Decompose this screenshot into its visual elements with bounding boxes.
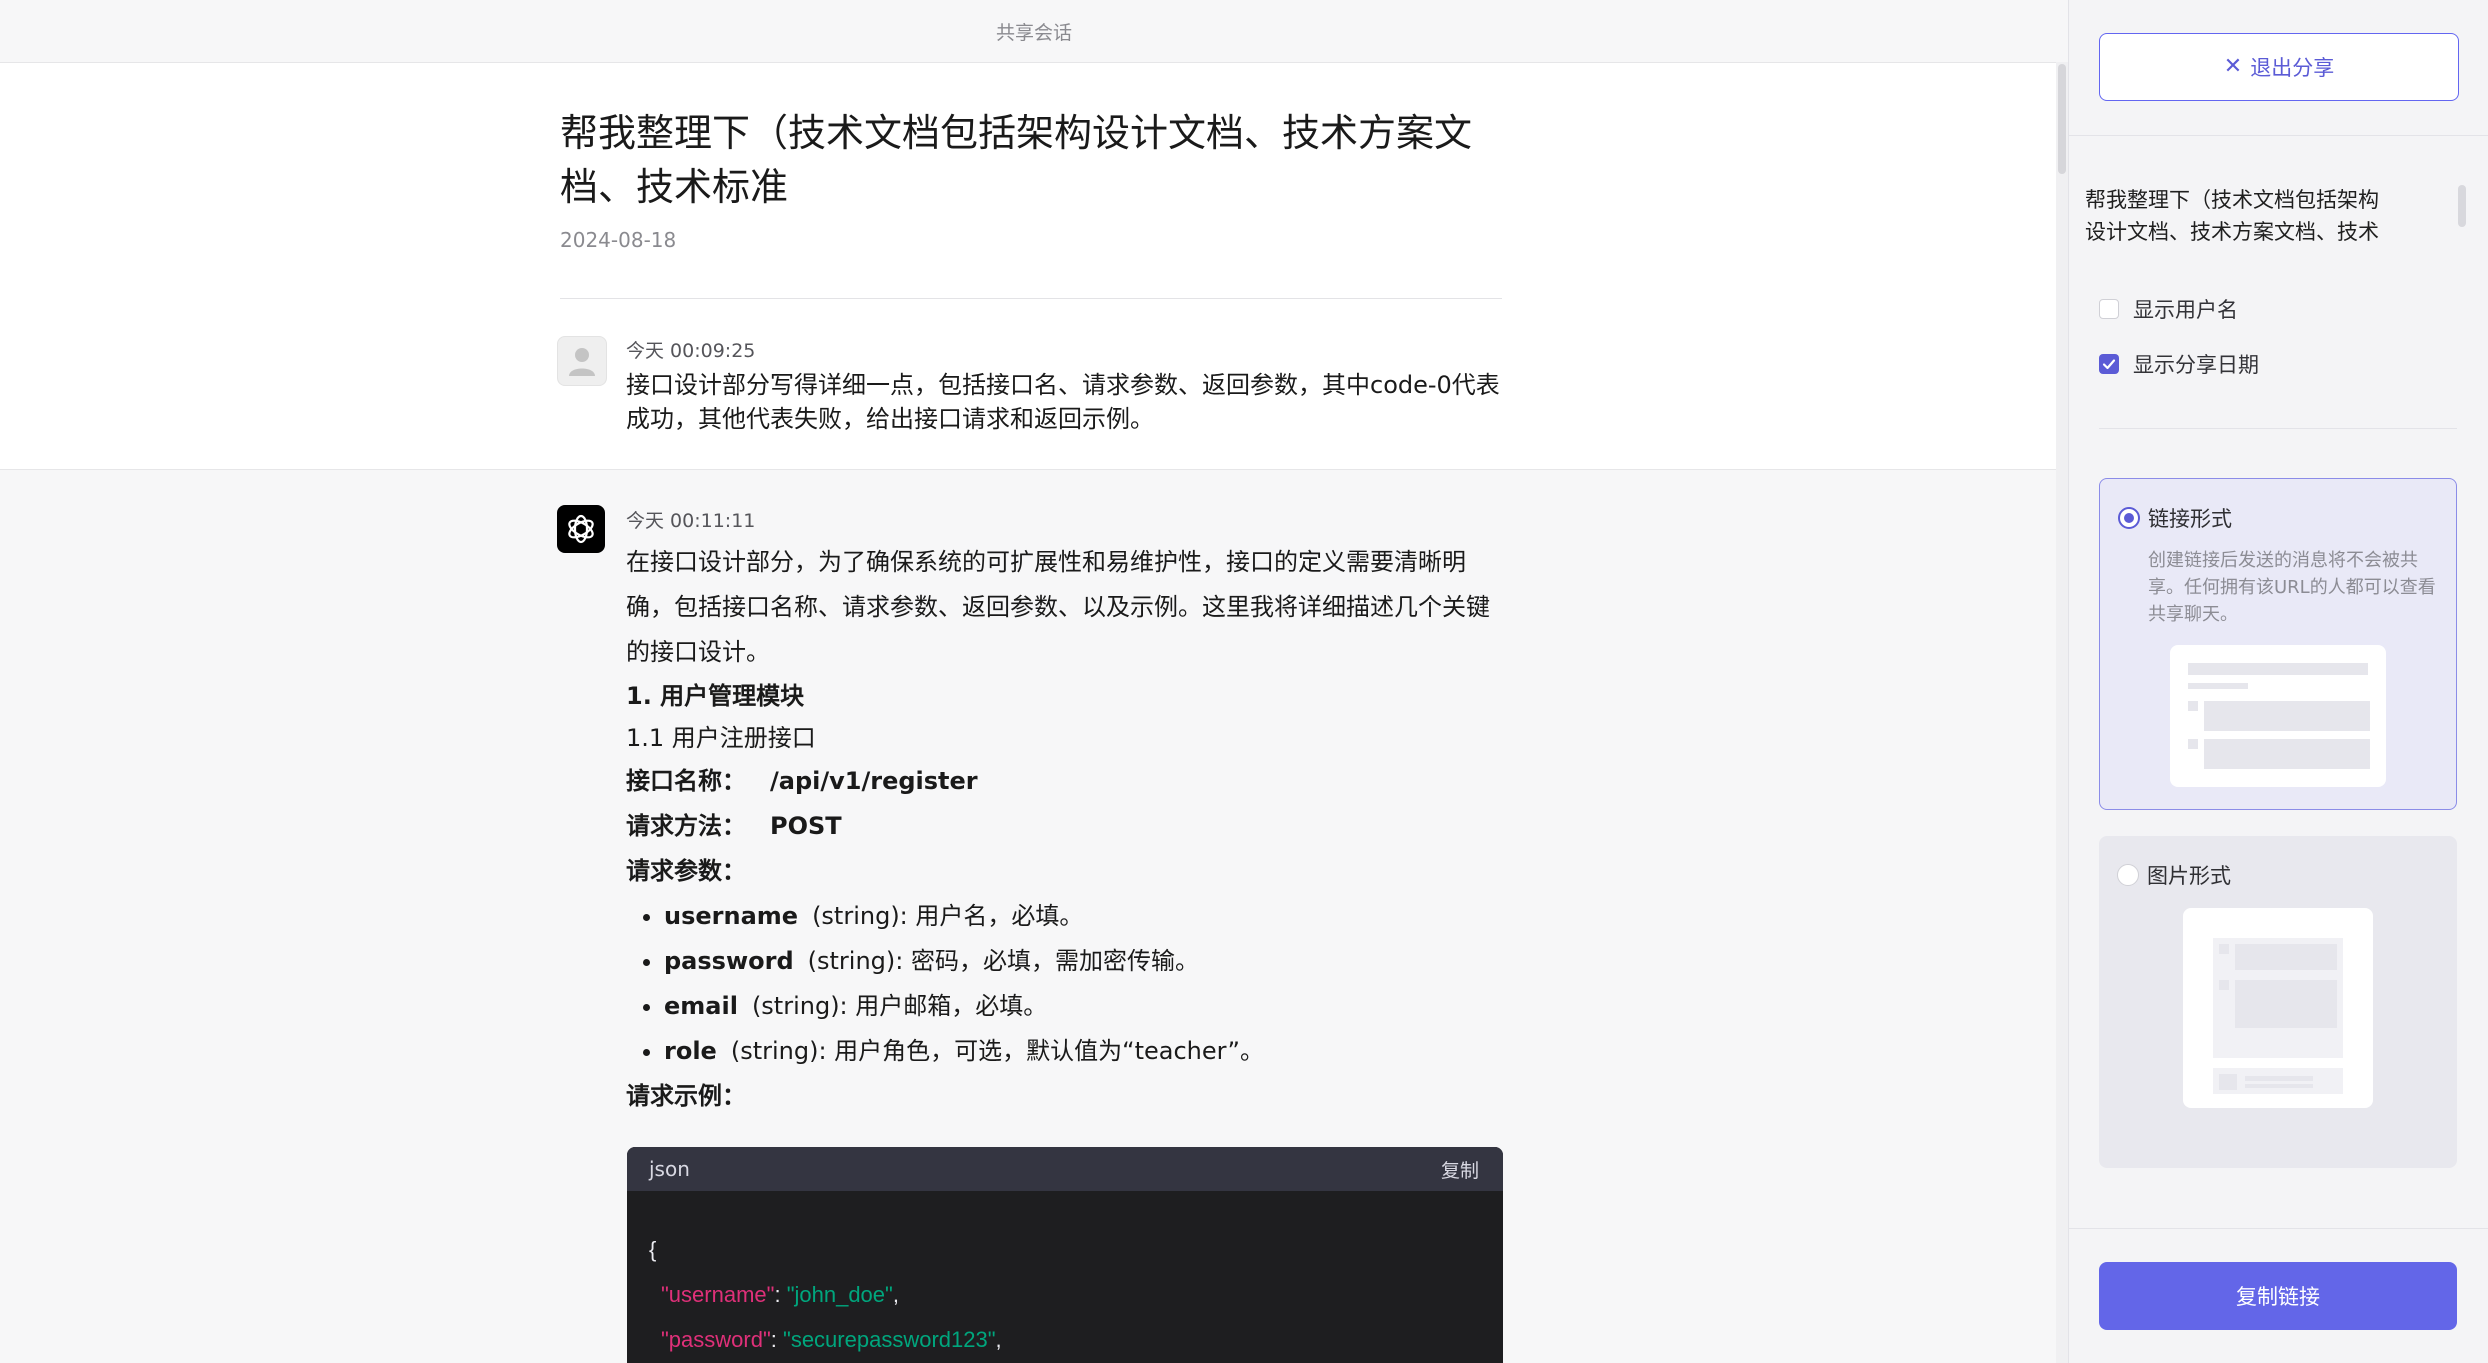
user-message-time: 今天 00:09:25 [626, 340, 756, 362]
copy-link-button[interactable]: 复制链接 [2099, 1262, 2457, 1330]
panel-divider [2099, 428, 2457, 429]
param-name: role [664, 1037, 717, 1065]
show-username-option[interactable]: 显示用户名 [2099, 294, 2238, 324]
shared-conversation-view: 共享会话 帮我整理下（技术文档包括架构设计文档、技术方案文档、技术标准 2024… [0, 0, 2068, 1363]
intro-paragraph: 在接口设计部分，为了确保系统的可扩展性和易维护性，接口的定义需要清晰明确，包括接… [626, 548, 1490, 666]
code-key: "password" [661, 1327, 771, 1352]
show-username-checkbox[interactable] [2099, 299, 2119, 319]
code-key: "username" [661, 1282, 775, 1307]
code-header: json 复制 [627, 1147, 1503, 1191]
assistant-message-body: 在接口设计部分，为了确保系统的可扩展性和易维护性，接口的定义需要清晰明确，包括接… [626, 540, 1502, 1119]
link-preview-illustration [2170, 645, 2386, 787]
sub-heading: 1.1 用户注册接口 [626, 724, 816, 752]
panel-divider [2069, 135, 2488, 136]
link-mode-label: 链接形式 [2148, 507, 2232, 531]
openai-logo-icon [568, 514, 594, 544]
method-row: 请求方法： POST [626, 804, 1502, 849]
param-desc: (string): 密码，必填，需加密传输。 [807, 947, 1199, 975]
conversation-date: 2024-08-18 [560, 228, 677, 252]
conversation-title: 帮我整理下（技术文档包括架构设计文档、技术方案文档、技术标准 [560, 111, 1473, 209]
code-value: "securepassword123" [783, 1327, 996, 1352]
param-desc: (string): 用户角色，可选，默认值为“teacher”。 [730, 1037, 1264, 1065]
checkmark-icon [2102, 359, 2116, 370]
main-scrollbar-track[interactable] [2056, 62, 2068, 1363]
show-date-label: 显示分享日期 [2133, 353, 2259, 377]
panel-divider [2069, 1228, 2488, 1229]
top-bar: 共享会话 [0, 0, 2068, 63]
code-body: { "username": "john_doe", "password": "s… [627, 1191, 1503, 1362]
user-message-text: 接口设计部分写得详细一点，包括接口名、请求参数、返回参数，其中code-0代表成… [626, 371, 1500, 433]
show-date-option[interactable]: 显示分享日期 [2099, 349, 2259, 379]
api-name-label: 接口名称： [626, 767, 746, 795]
show-username-label: 显示用户名 [2133, 298, 2238, 322]
link-mode-card[interactable]: 链接形式 创建链接后发送的消息将不会被共享。任何拥有该URL的人都可以查看共享聊… [2099, 478, 2457, 810]
params-label: 请求参数： [626, 857, 746, 885]
link-mode-description: 创建链接后发送的消息将不会被共享。任何拥有该URL的人都可以查看共享聊天。 [2148, 550, 2436, 625]
code-language: json [649, 1157, 690, 1181]
example-label: 请求示例： [626, 1082, 746, 1110]
close-icon: ✕ [2223, 54, 2243, 79]
code-line: { [649, 1237, 657, 1262]
exit-share-label: 退出分享 [2250, 56, 2335, 80]
api-name-value: /api/v1/register [770, 767, 978, 795]
list-item: password (string): 密码，必填，需加密传输。 [664, 939, 1502, 984]
list-item: email (string): 用户邮箱，必填。 [664, 984, 1502, 1029]
code-value: "john_doe" [786, 1282, 893, 1307]
code-line: "username": "john_doe", [661, 1282, 899, 1307]
param-name: password [664, 947, 794, 975]
title-divider [560, 298, 1502, 299]
method-value: POST [770, 812, 842, 840]
link-mode-radio[interactable] [2118, 507, 2140, 529]
method-label: 请求方法： [626, 812, 746, 840]
assistant-avatar [557, 505, 605, 553]
params-list: username (string): 用户名，必填。 password (strin… [626, 894, 1502, 1074]
param-name: email [664, 992, 738, 1020]
param-desc: (string): 用户名，必填。 [812, 902, 1084, 930]
show-date-checkbox[interactable] [2099, 354, 2119, 374]
image-mode-card[interactable]: 图片形式 [2099, 836, 2457, 1168]
list-item: role (string): 用户角色，可选，默认值为“teacher”。 [664, 1029, 1502, 1074]
share-preview-title: 帮我整理下（技术文档包括架构设计文档、技术方案文档、技术 [2085, 188, 2379, 244]
list-item: username (string): 用户名，必填。 [664, 894, 1502, 939]
user-silhouette-icon [569, 348, 595, 376]
assistant-message-time: 今天 00:11:11 [626, 510, 756, 532]
code-line: "password": "securepassword123", [661, 1327, 1002, 1352]
image-mode-label: 图片形式 [2147, 864, 2231, 888]
exit-share-button[interactable]: ✕ 退出分享 [2099, 33, 2459, 101]
section-heading: 1. 用户管理模块 [626, 682, 805, 710]
user-avatar [557, 336, 607, 386]
code-block: json 复制 { "username": "john_doe", "passw… [627, 1147, 1503, 1363]
api-name-row: 接口名称： /api/v1/register [626, 759, 1502, 804]
panel-scrollbar-thumb[interactable] [2458, 185, 2466, 227]
share-panel: ✕ 退出分享 帮我整理下（技术文档包括架构设计文档、技术方案文档、技术 显示用户… [2068, 0, 2488, 1363]
param-name: username [664, 902, 799, 930]
image-mode-radio[interactable] [2117, 864, 2139, 886]
copy-code-button[interactable]: 复制 [1441, 1156, 1479, 1183]
main-scrollbar-thumb[interactable] [2058, 64, 2066, 174]
top-bar-title: 共享会话 [995, 21, 1072, 44]
param-desc: (string): 用户邮箱，必填。 [751, 992, 1048, 1020]
image-preview-illustration [2183, 908, 2373, 1108]
